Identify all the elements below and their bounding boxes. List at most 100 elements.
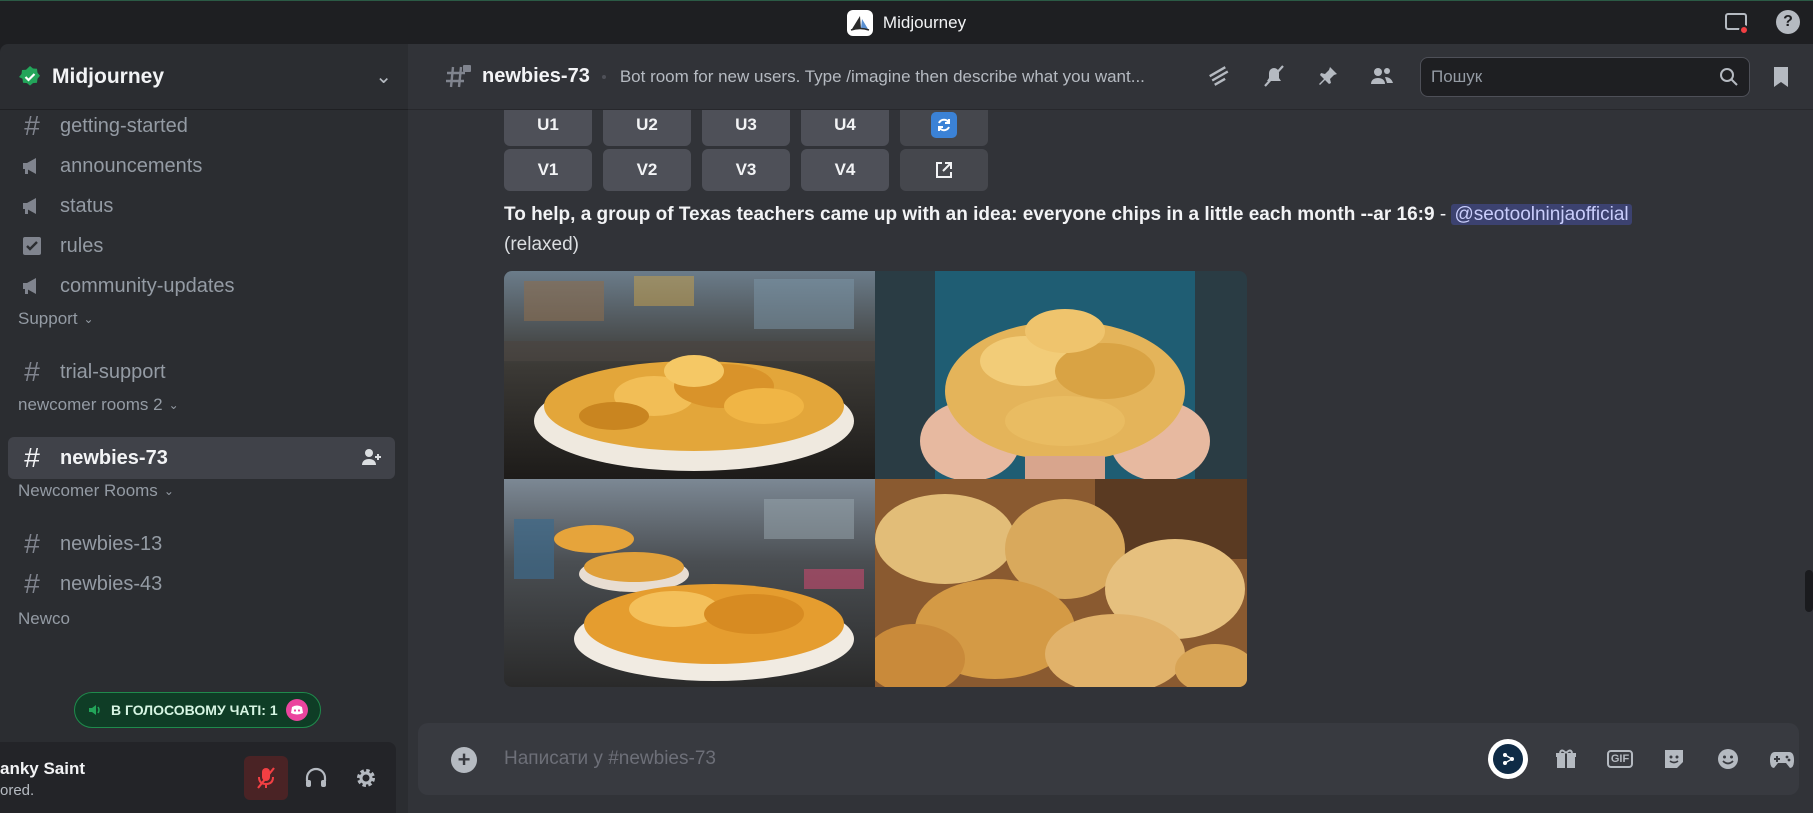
open-web-button[interactable] (900, 149, 988, 191)
category-support[interactable]: Support ⌄ (18, 309, 94, 329)
message-prompt: To help, a group of Texas teachers came … (504, 200, 1804, 260)
speaker-icon (89, 705, 100, 715)
deepl-extension-icon[interactable] (1488, 739, 1528, 779)
help-icon[interactable]: ? (1775, 9, 1801, 35)
notifications-muted-icon[interactable] (1261, 62, 1287, 90)
channel-newbies-73[interactable]: # newbies-73 (8, 437, 395, 479)
channel-label: rules (60, 234, 104, 257)
midjourney-logo-icon (846, 9, 873, 36)
user-status: ored. (0, 782, 35, 799)
channel-label: getting-started (60, 114, 188, 137)
checkbox-icon (18, 232, 46, 260)
hash-lock-icon: # (24, 528, 40, 559)
add-member-icon[interactable] (361, 447, 383, 472)
image-grid[interactable] (504, 271, 1247, 687)
category-newcomer-rooms[interactable]: Newcomer Rooms ⌄ (18, 481, 174, 501)
category-newcomer-rooms-2[interactable]: newcomer rooms 2 ⌄ (18, 395, 179, 415)
inbox-icon[interactable] (1723, 9, 1749, 35)
threads-icon[interactable] (1207, 62, 1233, 90)
v3-button[interactable]: V3 (702, 149, 790, 191)
voice-pill-label: В ГОЛОСОВОМУ ЧАТІ: 1 (111, 702, 278, 718)
sticker-icon[interactable] (1658, 743, 1690, 775)
gift-icon[interactable] (1550, 743, 1582, 775)
mute-mic-button[interactable] (244, 756, 288, 800)
grid-image-4[interactable] (875, 479, 1247, 687)
discord-avatar-icon (285, 699, 308, 721)
user-mention[interactable]: @seotoolninjaofficial (1451, 204, 1632, 225)
v1-button[interactable]: V1 (504, 149, 592, 191)
channel-label: newbies-13 (60, 532, 163, 555)
channel-getting-started[interactable]: # getting-started (8, 105, 395, 147)
channel-label: announcements (60, 154, 203, 177)
emoji-icon[interactable] (1712, 743, 1744, 775)
channel-rules[interactable]: rules (8, 225, 395, 267)
upload-plus-icon[interactable]: + (451, 747, 477, 773)
refresh-icon (931, 112, 957, 138)
settings-button[interactable] (344, 756, 388, 800)
channel-announcements[interactable]: announcements (8, 145, 395, 187)
verified-badge-icon (19, 65, 40, 86)
hash-icon: # (24, 110, 40, 141)
external-link-icon (936, 162, 952, 178)
grid-image-1[interactable] (504, 271, 875, 479)
category-label: Newco (18, 609, 70, 628)
message-composer: + GIF (418, 723, 1799, 795)
channel-status[interactable]: status (8, 185, 395, 227)
channel-newbies-13[interactable]: # newbies-13 (8, 523, 395, 565)
headphones-icon (305, 767, 327, 787)
search-icon[interactable] (1719, 67, 1739, 87)
mic-off-icon (257, 767, 275, 789)
gear-icon (357, 769, 375, 787)
chevron-down-icon[interactable]: ⌄ (375, 64, 392, 89)
channel-label: trial-support (60, 360, 166, 383)
channel-newbies-43[interactable]: # newbies-43 (8, 563, 395, 605)
channel-header: newbies-73 Bot room for new users. Type … (408, 44, 1813, 110)
window-title: Midjourney (882, 12, 967, 32)
prompt-text: To help, a group of Texas teachers came … (504, 204, 1435, 225)
megaphone-icon (18, 152, 46, 180)
channel-topic[interactable]: Bot room for new users. Type /imagine th… (620, 67, 1188, 87)
server-name: Midjourney (52, 64, 165, 88)
channel-title: newbies-73 (482, 65, 590, 87)
u2-button[interactable]: U2 (603, 110, 691, 146)
search-input[interactable] (1431, 67, 1719, 87)
message-input[interactable] (504, 743, 1404, 775)
u4-button[interactable]: U4 (801, 110, 889, 146)
chat-area: newbies-73 Bot room for new users. Type … (408, 44, 1813, 813)
search-box[interactable] (1420, 57, 1750, 97)
category-label: Support (18, 309, 78, 328)
gif-icon[interactable]: GIF (1604, 743, 1636, 775)
u3-button[interactable]: U3 (702, 110, 790, 146)
chevron-down-icon: ⌄ (163, 484, 174, 498)
header-divider (601, 74, 606, 79)
bookmark-icon[interactable] (1772, 65, 1790, 94)
channel-label: status (60, 194, 114, 217)
voice-chat-pill[interactable]: В ГОЛОСОВОМУ ЧАТІ: 1 (74, 692, 321, 728)
deafen-button[interactable] (294, 756, 338, 800)
channel-trial-support[interactable]: # trial-support (8, 351, 395, 393)
server-header[interactable]: Midjourney ⌄ (0, 44, 408, 110)
channel-community-updates[interactable]: community-updates (8, 265, 395, 307)
v2-button[interactable]: V2 (603, 149, 691, 191)
channel-label: newbies-43 (60, 572, 163, 595)
members-icon[interactable] (1369, 62, 1395, 90)
u1-button[interactable]: U1 (504, 110, 592, 146)
upscale-button-row: U1 U2 U3 U4 (504, 110, 988, 146)
scrollbar-thumb[interactable] (1805, 570, 1813, 612)
category-partial[interactable]: Newco (18, 609, 70, 629)
chevron-down-icon: ⌄ (83, 312, 94, 326)
grid-image-2[interactable] (875, 271, 1247, 479)
prompt-dash: - (1434, 204, 1452, 225)
title-bar: Midjourney ? (0, 0, 1813, 44)
discord-app: Midjourney ? Midjourney ⌄ # getting-star… (0, 0, 1813, 813)
reroll-button[interactable] (900, 110, 988, 146)
v4-button[interactable]: V4 (801, 149, 889, 191)
megaphone-icon (18, 192, 46, 220)
gamepad-icon[interactable] (1766, 743, 1798, 775)
pin-icon[interactable] (1315, 62, 1341, 90)
category-label: Newcomer Rooms (18, 481, 158, 500)
channel-sidebar: Midjourney ⌄ # getting-started announcem… (0, 44, 408, 813)
grid-image-3[interactable] (504, 479, 875, 687)
username[interactable]: anky Saint (0, 759, 85, 779)
mode-label: (relaxed) (504, 234, 579, 255)
